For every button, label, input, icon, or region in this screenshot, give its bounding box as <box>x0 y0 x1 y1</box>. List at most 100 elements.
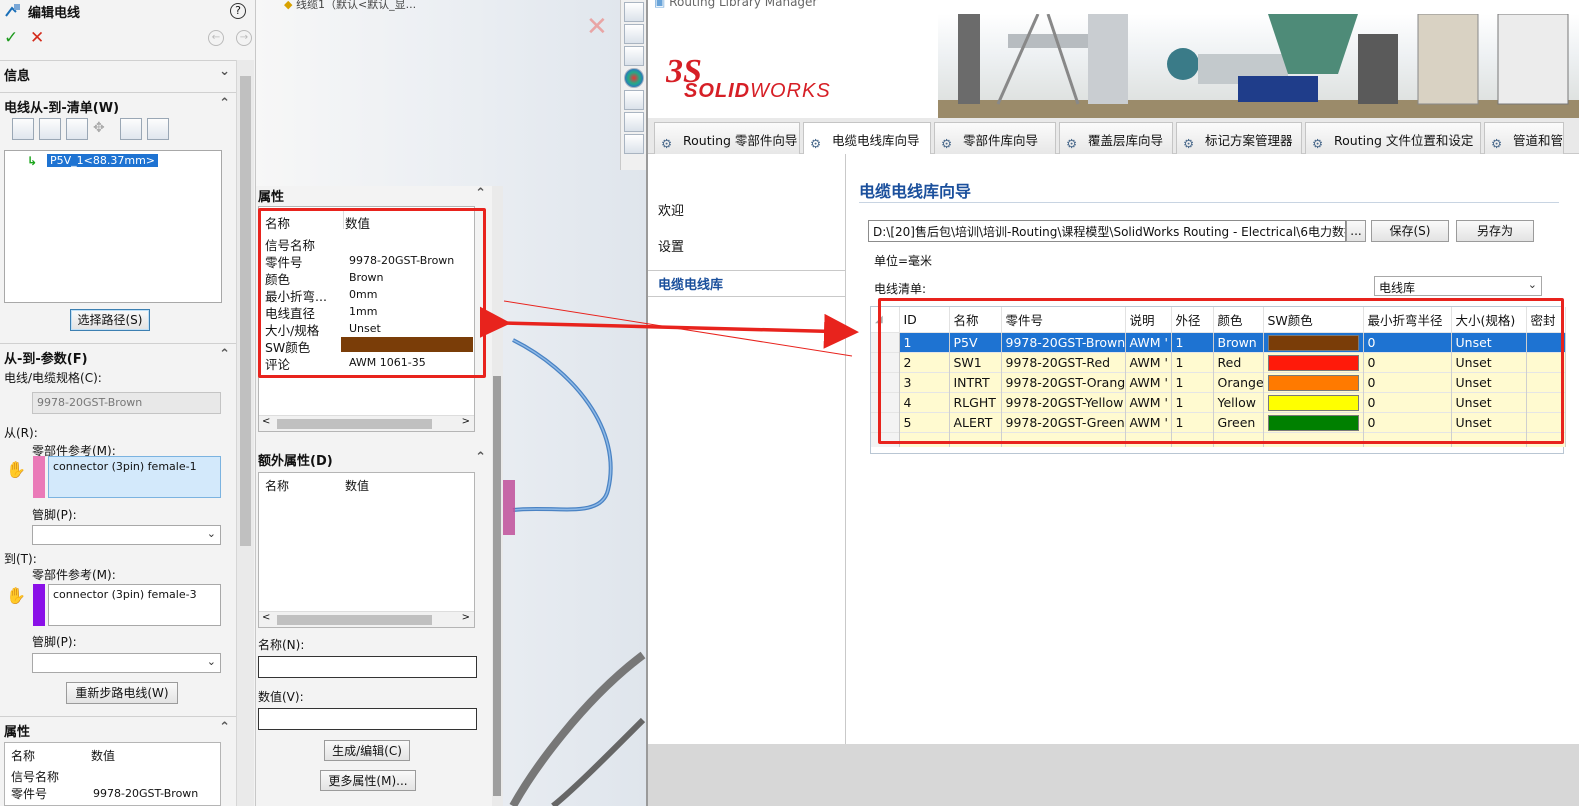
section-from-to[interactable]: 从-到-参数(F) ⌃ <box>0 343 236 367</box>
library-type-select[interactable]: 电线库 ⌄ <box>1374 276 1542 296</box>
to-component-label: 零部件参考(M): <box>32 568 116 582</box>
chevron-up-icon[interactable]: ⌃ <box>475 186 486 201</box>
name-input[interactable] <box>258 656 477 678</box>
tab-0[interactable]: ⚙ Routing 零部件向导 <box>654 122 800 154</box>
tab-1[interactable]: ⚙ 电缆电线库向导 <box>803 122 931 155</box>
tab-3[interactable]: ⚙ 覆盖层库向导 <box>1059 122 1173 154</box>
h-scrollbar[interactable]: < > <box>259 611 474 627</box>
tab-icon: ⚙ <box>810 136 822 151</box>
hand-pointer-icon: ✋ <box>6 586 26 605</box>
wire-item[interactable]: P5V_1<88.37mm> <box>47 154 159 167</box>
tab-6[interactable]: ⚙ 管道和管 <box>1484 122 1564 154</box>
tab-2[interactable]: ⚙ 零部件库向导 <box>934 122 1056 154</box>
tab-4[interactable]: ⚙ 标记方案管理器 <box>1176 122 1302 154</box>
open-list-icon[interactable] <box>39 118 61 140</box>
tab-bar: ⚙ Routing 零部件向导 ⚙ 电缆电线库向导 ⚙ 零部件库向导 ⚙ 覆盖层库向导 ⚙ 标记方… <box>648 118 1579 155</box>
pm-title: 编辑电线 <box>4 2 254 24</box>
reroute-button[interactable]: 重新步路电线(W) <box>66 682 178 704</box>
save-as-button[interactable]: 另存为 <box>1456 220 1534 242</box>
library-path-input[interactable]: D:\[20]售后包\培训\培训-Routing\课程模型\SolidWorks… <box>868 220 1346 242</box>
nav-welcome[interactable]: 欢迎 <box>658 200 684 219</box>
more-attributes-button[interactable]: 更多属性(M)... <box>320 770 416 791</box>
delete-wire-icon[interactable] <box>66 118 88 140</box>
scroll-thumb[interactable] <box>493 376 501 796</box>
scroll-thumb[interactable] <box>240 76 251 546</box>
status-bar <box>648 744 1579 806</box>
tab-icon: ⚙ <box>1491 136 1503 151</box>
routing-icon[interactable] <box>624 134 644 154</box>
tab-5[interactable]: ⚙ Routing 文件位置和设定 <box>1305 122 1481 154</box>
scroll-right-icon[interactable]: > <box>462 612 470 623</box>
attributes-header[interactable]: 属性 ⌃ <box>258 186 490 205</box>
tab-label: 电缆电线库向导 <box>832 133 920 148</box>
chevron-up-icon[interactable]: ⌃ <box>219 347 230 362</box>
ok-icon[interactable]: ✓ <box>4 28 18 48</box>
tab-icon: ⚙ <box>1312 136 1324 151</box>
wire-geometry <box>501 338 646 806</box>
appearance-icon[interactable] <box>624 68 644 88</box>
highlight-box-grid <box>878 298 1564 444</box>
prop-value: 9978-20GST-Brown <box>93 787 199 800</box>
chevron-up-icon[interactable]: ⌃ <box>219 96 230 111</box>
to-pin-select[interactable]: ⌄ <box>32 653 221 673</box>
scroll-left-icon[interactable]: < <box>262 612 270 623</box>
tools-icon[interactable] <box>624 112 644 132</box>
col-name: 名称 <box>265 479 290 493</box>
extra-attributes-header[interactable]: 额外属性(D) ⌃ <box>258 450 490 469</box>
tab-label: 覆盖层库向导 <box>1088 133 1164 148</box>
select-path-button[interactable]: 选择路径(S) <box>70 309 150 331</box>
auto-route-icon[interactable] <box>147 118 169 140</box>
close-icon[interactable]: ✕ <box>586 12 608 42</box>
tab-icon: ⚙ <box>661 136 673 151</box>
chevron-up-icon[interactable]: ⌃ <box>475 450 486 465</box>
to-label: 到(T): <box>4 552 37 566</box>
back-icon[interactable]: ← <box>208 30 224 46</box>
from-component-field[interactable]: connector (3pin) female-1 <box>48 456 221 498</box>
resources-icon[interactable] <box>624 2 644 22</box>
banner: 3S SOLIDWORKS <box>648 14 1579 118</box>
extra-attributes-table: 名称 数值 < > <box>258 472 475 628</box>
routing-library-manager: ▣ Routing Library Manager 3S SOLIDWORKS <box>646 0 1579 806</box>
tab-label: 零部件库向导 <box>963 133 1039 148</box>
folder-icon[interactable] <box>624 24 644 44</box>
section-info[interactable]: 信息 ⌄ <box>0 60 236 84</box>
panel-scrollbar[interactable] <box>492 186 503 806</box>
help-icon[interactable]: ? <box>230 3 246 19</box>
tab-icon: ⚙ <box>941 136 953 151</box>
to-pin-label: 管脚(P): <box>32 635 77 649</box>
split-icon[interactable]: ✥ <box>93 120 113 140</box>
col-value: 数值 <box>91 749 116 763</box>
value-label: 数值(V): <box>258 690 304 704</box>
banner-machinery-image <box>938 14 1579 118</box>
chevron-up-icon[interactable]: ⌃ <box>219 720 230 735</box>
scroll-right-icon[interactable]: > <box>462 416 470 427</box>
view-palette-icon[interactable] <box>624 46 644 66</box>
col-value: 数值 <box>345 479 370 493</box>
generate-edit-button[interactable]: 生成/编辑(C) <box>324 740 410 761</box>
custom-properties-icon[interactable] <box>624 90 644 110</box>
scroll-thumb[interactable] <box>277 615 432 625</box>
browse-button[interactable]: ... <box>1346 220 1366 242</box>
col-name: 名称 <box>11 749 36 763</box>
value-input[interactable] <box>258 708 477 730</box>
scroll-thumb[interactable] <box>277 419 432 429</box>
chevron-down-icon: ⌄ <box>206 655 216 668</box>
cancel-icon[interactable]: ✕ <box>30 28 44 48</box>
forward-icon[interactable]: → <box>236 30 252 46</box>
window-title: ▣ Routing Library Manager <box>654 0 817 9</box>
to-component-field[interactable]: connector (3pin) female-3 <box>48 584 221 626</box>
chevron-down-icon[interactable]: ⌄ <box>219 64 230 79</box>
h-scrollbar[interactable]: < > <box>259 415 474 431</box>
section-properties[interactable]: 属性 ⌃ <box>0 716 236 740</box>
from-pin-select[interactable]: ⌄ <box>32 525 221 545</box>
assembly-icon: ◆ <box>284 0 293 11</box>
add-wire-icon[interactable] <box>12 118 34 140</box>
pm-scrollbar[interactable] <box>236 60 254 806</box>
section-wire-list[interactable]: 电线从-到-清单(W) ⌃ <box>0 92 236 116</box>
wire-route-icon[interactable] <box>120 118 142 140</box>
nav-settings[interactable]: 设置 <box>658 236 684 255</box>
scroll-left-icon[interactable]: < <box>262 416 270 427</box>
save-button[interactable]: 保存(S) <box>1371 220 1449 242</box>
tree-item[interactable]: ◆ 线缆1（默认<默认_显... <box>284 0 416 12</box>
wire-listbox[interactable]: ↳ P5V_1<88.37mm> <box>4 150 222 303</box>
